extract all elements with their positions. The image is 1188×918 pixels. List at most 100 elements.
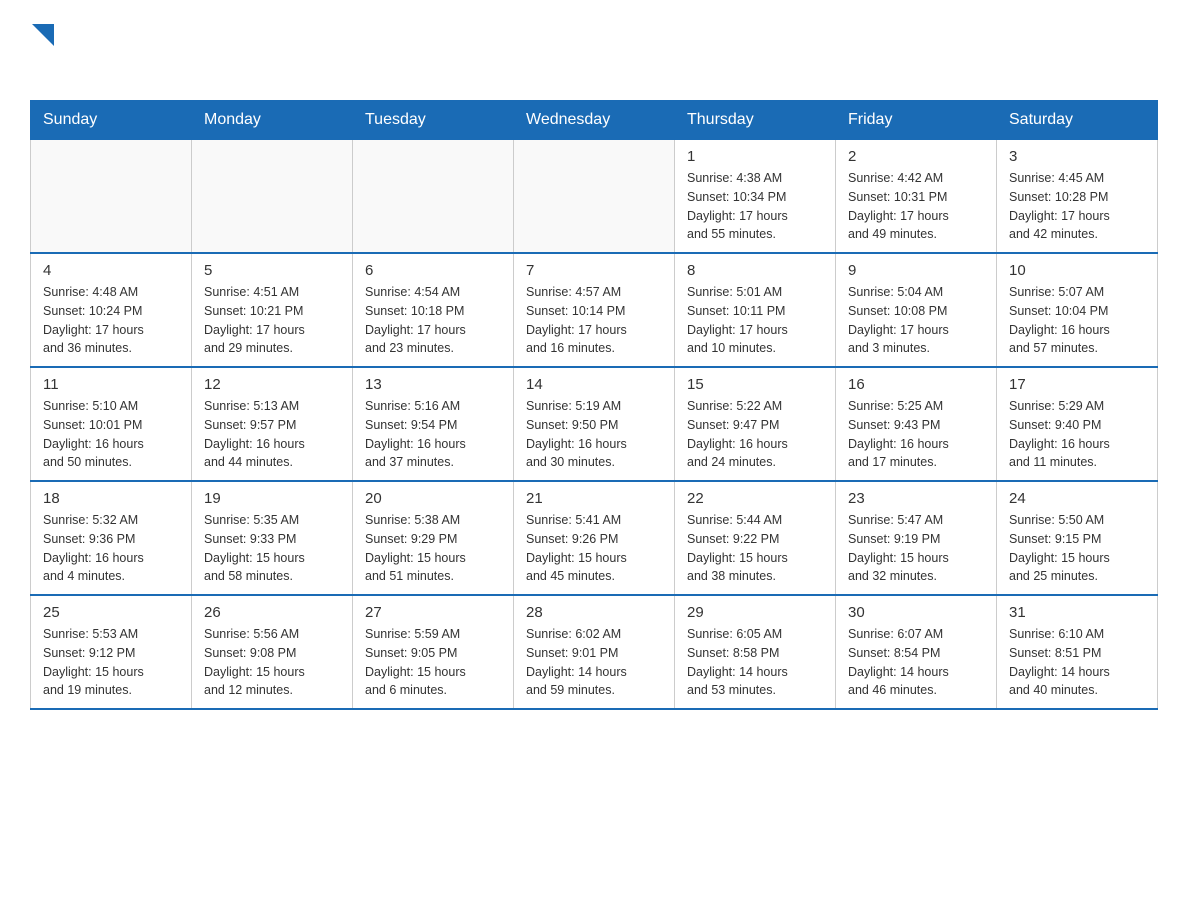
calendar-day-cell: 10 Sunrise: 5:07 AM Sunset: 10:04 PM Dayl… <box>997 253 1158 367</box>
day-info: Sunrise: 5:56 AM Sunset: 9:08 PM Dayligh… <box>204 625 340 700</box>
day-number: 10 <box>1009 262 1145 279</box>
calendar-day-cell: 24 Sunrise: 5:50 AM Sunset: 9:15 PM Dayli… <box>997 481 1158 595</box>
day-number: 19 <box>204 490 340 507</box>
calendar-day-cell: 18 Sunrise: 5:32 AM Sunset: 9:36 PM Dayli… <box>31 481 192 595</box>
calendar-day-cell: 4Sunrise: 4:48 AM Sunset: 10:24 PM Dayli… <box>31 253 192 367</box>
day-info: Sunrise: 5:04 AM Sunset: 10:08 PM Daylig… <box>848 283 984 358</box>
day-info: Sunrise: 4:48 AM Sunset: 10:24 PM Daylig… <box>43 283 179 358</box>
calendar-body: 1 Sunrise: 4:38 AM Sunset: 10:34 PM Dayli… <box>31 140 1158 710</box>
page-header <box>30 20 1158 80</box>
calendar-day-cell: 30Sunrise: 6:07 AM Sunset: 8:54 PM Dayli… <box>836 595 997 709</box>
calendar-day-cell: 11 Sunrise: 5:10 AM Sunset: 10:01 PM Dayl… <box>31 367 192 481</box>
day-number: 20 <box>365 490 501 507</box>
calendar-week-row: 18 Sunrise: 5:32 AM Sunset: 9:36 PM Dayli… <box>31 481 1158 595</box>
calendar-day-cell: 5 Sunrise: 4:51 AM Sunset: 10:21 PM Dayli… <box>192 253 353 367</box>
calendar-header-cell: Tuesday <box>353 101 514 140</box>
calendar-day-cell <box>353 140 514 254</box>
day-number: 16 <box>848 376 984 393</box>
calendar-table: SundayMondayTuesdayWednesdayThursdayFrid… <box>30 100 1158 710</box>
calendar-day-cell <box>31 140 192 254</box>
day-info: Sunrise: 4:38 AM Sunset: 10:34 PM Daylig… <box>687 169 823 244</box>
calendar-day-cell: 21 Sunrise: 5:41 AM Sunset: 9:26 PM Dayli… <box>514 481 675 595</box>
calendar-header-row: SundayMondayTuesdayWednesdayThursdayFrid… <box>31 101 1158 140</box>
calendar-day-cell <box>514 140 675 254</box>
calendar-day-cell: 16 Sunrise: 5:25 AM Sunset: 9:43 PM Dayli… <box>836 367 997 481</box>
calendar-day-cell: 13 Sunrise: 5:16 AM Sunset: 9:54 PM Dayli… <box>353 367 514 481</box>
calendar-header-cell: Thursday <box>675 101 836 140</box>
logo-arrow-icon <box>32 24 54 46</box>
day-number: 6 <box>365 262 501 279</box>
day-info: Sunrise: 5:16 AM Sunset: 9:54 PM Dayligh… <box>365 397 501 472</box>
calendar-day-cell: 27 Sunrise: 5:59 AM Sunset: 9:05 PM Dayli… <box>353 595 514 709</box>
day-number: 3 <box>1009 148 1145 165</box>
calendar-day-cell: 14 Sunrise: 5:19 AM Sunset: 9:50 PM Dayli… <box>514 367 675 481</box>
calendar-day-cell: 31 Sunrise: 6:10 AM Sunset: 8:51 PM Dayli… <box>997 595 1158 709</box>
day-number: 27 <box>365 604 501 621</box>
day-number: 29 <box>687 604 823 621</box>
calendar-day-cell: 28 Sunrise: 6:02 AM Sunset: 9:01 PM Dayli… <box>514 595 675 709</box>
day-number: 13 <box>365 376 501 393</box>
calendar-day-cell: 26 Sunrise: 5:56 AM Sunset: 9:08 PM Dayli… <box>192 595 353 709</box>
day-number: 5 <box>204 262 340 279</box>
day-info: Sunrise: 5:59 AM Sunset: 9:05 PM Dayligh… <box>365 625 501 700</box>
day-number: 7 <box>526 262 662 279</box>
day-info: Sunrise: 5:41 AM Sunset: 9:26 PM Dayligh… <box>526 511 662 586</box>
logo <box>30 20 66 80</box>
calendar-day-cell: 6 Sunrise: 4:54 AM Sunset: 10:18 PM Dayli… <box>353 253 514 367</box>
day-info: Sunrise: 5:25 AM Sunset: 9:43 PM Dayligh… <box>848 397 984 472</box>
calendar-day-cell: 12Sunrise: 5:13 AM Sunset: 9:57 PM Dayli… <box>192 367 353 481</box>
day-info: Sunrise: 5:07 AM Sunset: 10:04 PM Daylig… <box>1009 283 1145 358</box>
day-info: Sunrise: 4:42 AM Sunset: 10:31 PM Daylig… <box>848 169 984 244</box>
day-info: Sunrise: 6:05 AM Sunset: 8:58 PM Dayligh… <box>687 625 823 700</box>
day-info: Sunrise: 5:50 AM Sunset: 9:15 PM Dayligh… <box>1009 511 1145 586</box>
calendar-header-cell: Saturday <box>997 101 1158 140</box>
calendar-day-cell: 19Sunrise: 5:35 AM Sunset: 9:33 PM Dayli… <box>192 481 353 595</box>
calendar-day-cell: 7 Sunrise: 4:57 AM Sunset: 10:14 PM Dayli… <box>514 253 675 367</box>
day-number: 9 <box>848 262 984 279</box>
calendar-header-cell: Wednesday <box>514 101 675 140</box>
calendar-day-cell: 25Sunrise: 5:53 AM Sunset: 9:12 PM Dayli… <box>31 595 192 709</box>
day-number: 21 <box>526 490 662 507</box>
day-info: Sunrise: 4:57 AM Sunset: 10:14 PM Daylig… <box>526 283 662 358</box>
day-number: 22 <box>687 490 823 507</box>
day-number: 11 <box>43 376 179 393</box>
day-info: Sunrise: 5:10 AM Sunset: 10:01 PM Daylig… <box>43 397 179 472</box>
day-number: 31 <box>1009 604 1145 621</box>
day-number: 23 <box>848 490 984 507</box>
day-number: 2 <box>848 148 984 165</box>
day-info: Sunrise: 5:01 AM Sunset: 10:11 PM Daylig… <box>687 283 823 358</box>
day-number: 8 <box>687 262 823 279</box>
day-info: Sunrise: 4:51 AM Sunset: 10:21 PM Daylig… <box>204 283 340 358</box>
day-info: Sunrise: 6:10 AM Sunset: 8:51 PM Dayligh… <box>1009 625 1145 700</box>
day-number: 28 <box>526 604 662 621</box>
day-info: Sunrise: 5:53 AM Sunset: 9:12 PM Dayligh… <box>43 625 179 700</box>
calendar-header-cell: Sunday <box>31 101 192 140</box>
day-info: Sunrise: 4:54 AM Sunset: 10:18 PM Daylig… <box>365 283 501 358</box>
day-number: 17 <box>1009 376 1145 393</box>
day-info: Sunrise: 5:32 AM Sunset: 9:36 PM Dayligh… <box>43 511 179 586</box>
calendar-day-cell <box>192 140 353 254</box>
day-info: Sunrise: 4:45 AM Sunset: 10:28 PM Daylig… <box>1009 169 1145 244</box>
calendar-day-cell: 29 Sunrise: 6:05 AM Sunset: 8:58 PM Dayli… <box>675 595 836 709</box>
day-number: 14 <box>526 376 662 393</box>
calendar-header-cell: Monday <box>192 101 353 140</box>
calendar-day-cell: 2 Sunrise: 4:42 AM Sunset: 10:31 PM Dayli… <box>836 140 997 254</box>
day-info: Sunrise: 5:44 AM Sunset: 9:22 PM Dayligh… <box>687 511 823 586</box>
calendar-day-cell: 20Sunrise: 5:38 AM Sunset: 9:29 PM Dayli… <box>353 481 514 595</box>
day-number: 1 <box>687 148 823 165</box>
calendar-day-cell: 23 Sunrise: 5:47 AM Sunset: 9:19 PM Dayli… <box>836 481 997 595</box>
calendar-day-cell: 17Sunrise: 5:29 AM Sunset: 9:40 PM Dayli… <box>997 367 1158 481</box>
day-number: 24 <box>1009 490 1145 507</box>
day-info: Sunrise: 5:22 AM Sunset: 9:47 PM Dayligh… <box>687 397 823 472</box>
calendar-day-cell: 1 Sunrise: 4:38 AM Sunset: 10:34 PM Dayli… <box>675 140 836 254</box>
day-number: 26 <box>204 604 340 621</box>
calendar-week-row: 11 Sunrise: 5:10 AM Sunset: 10:01 PM Dayl… <box>31 367 1158 481</box>
day-info: Sunrise: 6:02 AM Sunset: 9:01 PM Dayligh… <box>526 625 662 700</box>
calendar-week-row: 25Sunrise: 5:53 AM Sunset: 9:12 PM Dayli… <box>31 595 1158 709</box>
calendar-header: SundayMondayTuesdayWednesdayThursdayFrid… <box>31 101 1158 140</box>
day-info: Sunrise: 5:47 AM Sunset: 9:19 PM Dayligh… <box>848 511 984 586</box>
calendar-week-row: 1 Sunrise: 4:38 AM Sunset: 10:34 PM Dayli… <box>31 140 1158 254</box>
day-number: 18 <box>43 490 179 507</box>
calendar-day-cell: 22 Sunrise: 5:44 AM Sunset: 9:22 PM Dayli… <box>675 481 836 595</box>
day-info: Sunrise: 5:19 AM Sunset: 9:50 PM Dayligh… <box>526 397 662 472</box>
